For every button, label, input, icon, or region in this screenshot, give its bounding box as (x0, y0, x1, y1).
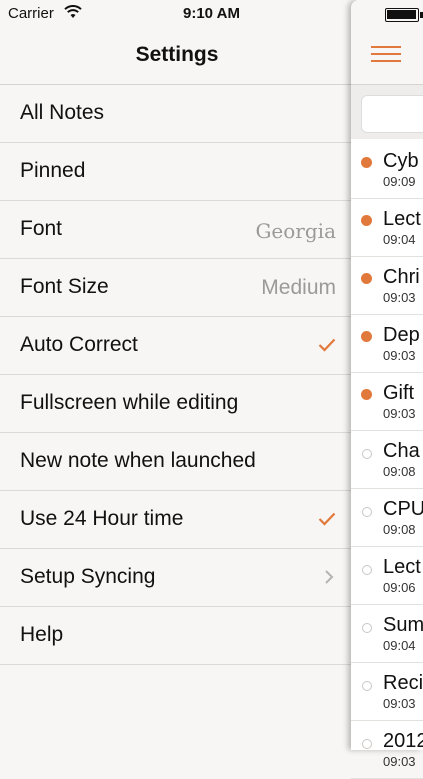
note-time: 09:04 (383, 638, 416, 653)
note-time: 09:06 (383, 580, 416, 595)
note-list-item[interactable]: Chri 09:03 (351, 257, 423, 315)
settings-row-help[interactable]: Help (0, 607, 354, 665)
row-label: Setup Syncing (20, 565, 156, 588)
settings-row-new-note[interactable]: New note when launched (0, 433, 354, 491)
row-label: Auto Correct (20, 333, 138, 356)
note-list-item[interactable]: Sum 09:04 (351, 605, 423, 663)
carrier-label: Carrier (8, 5, 54, 22)
row-label: Use 24 Hour time (20, 507, 184, 530)
settings-row-font-size[interactable]: Font Size Medium (0, 259, 354, 317)
note-title: Lect (383, 556, 421, 578)
row-label: Font Size (20, 275, 109, 298)
chevron-right-icon (325, 570, 334, 584)
note-list-item[interactable]: CPU 09:08 (351, 489, 423, 547)
note-list-item[interactable]: Cha 09:08 (351, 431, 423, 489)
pinned-dot-icon (361, 157, 372, 168)
note-time: 09:08 (383, 464, 416, 479)
wifi-icon (64, 5, 82, 18)
note-list-item[interactable]: Dep 09:03 (351, 315, 423, 373)
note-title: Cyb (383, 150, 419, 172)
note-time: 09:03 (383, 406, 416, 421)
unpinned-dot-icon (362, 565, 372, 575)
row-label: Fullscreen while editing (20, 391, 239, 414)
note-title: Reci (383, 672, 423, 694)
note-time: 09:03 (383, 348, 416, 363)
settings-row-fullscreen[interactable]: Fullscreen while editing (0, 375, 354, 433)
settings-row-font[interactable]: Font Georgia (0, 201, 354, 259)
search-input[interactable] (361, 95, 423, 133)
font-size-value: Medium (261, 276, 336, 299)
row-label: New note when launched (20, 449, 256, 472)
checkmark-icon (318, 338, 336, 352)
settings-row-all-notes[interactable]: All Notes (0, 85, 354, 143)
note-list-item[interactable]: Gift 09:03 (351, 373, 423, 431)
row-label: All Notes (20, 101, 105, 124)
settings-row-pinned[interactable]: Pinned (0, 143, 354, 201)
note-time: 09:08 (383, 522, 416, 537)
settings-row-syncing[interactable]: Setup Syncing (0, 549, 354, 607)
battery-level (387, 10, 416, 19)
status-time: 9:10 AM (183, 5, 240, 22)
note-time: 09:03 (383, 754, 416, 769)
row-label: Help (20, 623, 64, 646)
note-title: Dep (383, 324, 420, 346)
note-time: 09:03 (383, 290, 416, 305)
note-title: CPU (383, 498, 423, 520)
note-list-item[interactable]: 2012 09:03 (351, 721, 423, 779)
page-title: Settings (135, 43, 219, 66)
unpinned-dot-icon (362, 449, 372, 459)
note-title: Cha (383, 440, 420, 462)
pinned-dot-icon (361, 331, 372, 342)
note-list-item[interactable]: Lect 09:04 (351, 199, 423, 257)
notes-panel[interactable]: Cyb 09:09 Lect 09:04 Chri 09:03 Dep 09:03 Gift 09… (351, 0, 423, 779)
row-label: Pinned (20, 159, 86, 182)
note-time: 09:04 (383, 232, 416, 247)
unpinned-dot-icon (362, 739, 372, 749)
note-list-item[interactable]: Reci 09:03 (351, 663, 423, 721)
row-label: Font (20, 217, 63, 240)
pinned-dot-icon (361, 389, 372, 400)
unpinned-dot-icon (362, 507, 372, 517)
pinned-dot-icon (361, 215, 372, 226)
pinned-dot-icon (361, 273, 372, 284)
note-title: Sum (383, 614, 423, 636)
unpinned-dot-icon (362, 681, 372, 691)
settings-row-auto-correct[interactable]: Auto Correct (0, 317, 354, 375)
settings-nav-bar: Settings (0, 28, 354, 85)
note-list-item[interactable]: Lect 09:06 (351, 547, 423, 605)
unpinned-dot-icon (362, 623, 372, 633)
checkmark-icon (318, 512, 336, 526)
note-time: 09:09 (383, 174, 416, 189)
font-value: Georgia (255, 219, 336, 243)
settings-list: All Notes Pinned Font Georgia Font Size … (0, 85, 354, 665)
note-list-item[interactable]: Cyb 09:09 (351, 141, 423, 199)
note-title: Chri (383, 266, 420, 288)
settings-row-24-hour[interactable]: Use 24 Hour time (0, 491, 354, 549)
note-title: Gift (383, 382, 415, 404)
menu-icon[interactable] (371, 46, 401, 62)
note-title: Lect (383, 208, 421, 230)
note-time: 09:03 (383, 696, 416, 711)
